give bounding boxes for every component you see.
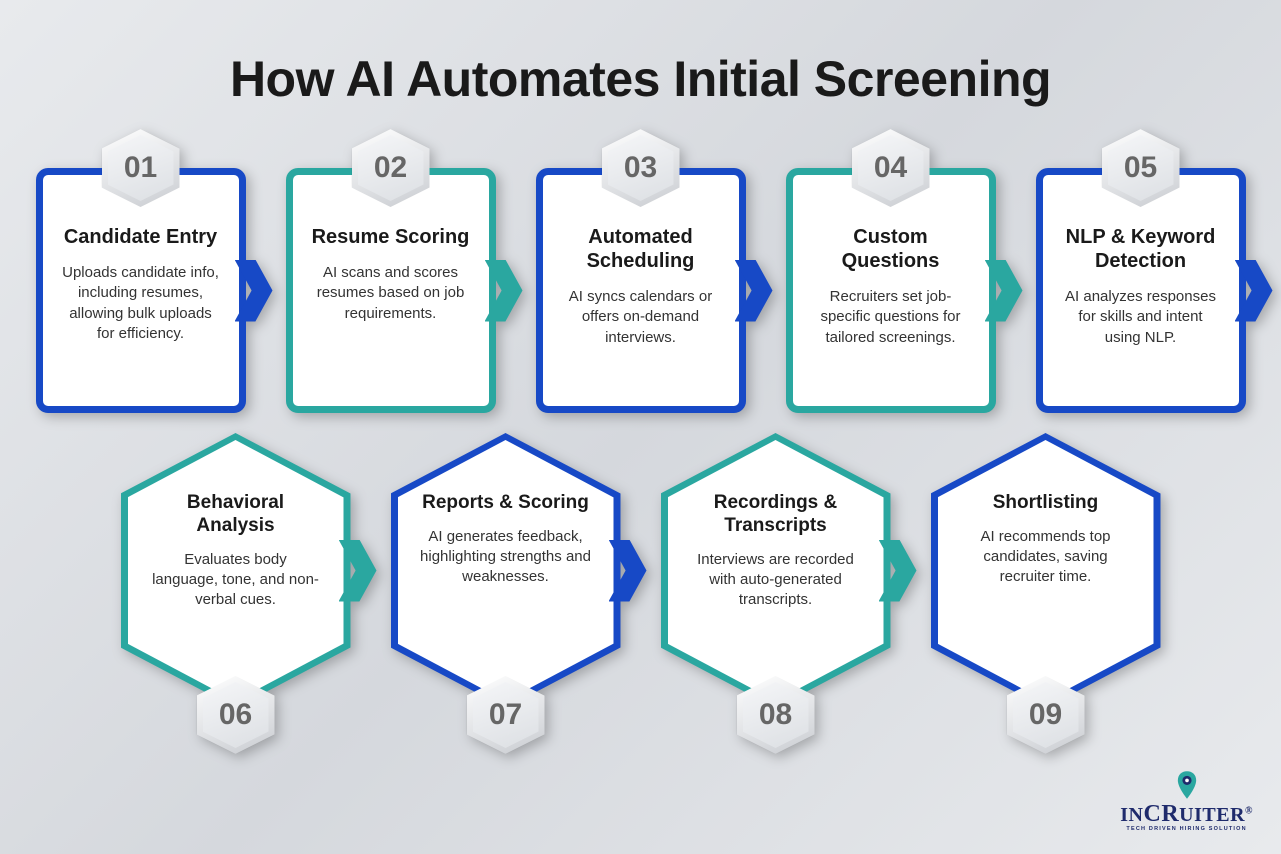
step-card-03: 03 Automated Scheduling AI syncs calenda… [536, 168, 746, 413]
step-number: 07 [489, 698, 522, 732]
page-title: How AI Automates Initial Screening [0, 0, 1281, 108]
step-number: 06 [219, 698, 252, 732]
step-number-hex: 02 [352, 129, 430, 207]
step-number-hex: 06 [197, 676, 275, 754]
step-number: 02 [374, 151, 407, 185]
step-card-04: 04 Custom Questions Recruiters set job-s… [786, 168, 996, 413]
step-card-08: Recordings & Transcripts Interviews are … [661, 433, 891, 708]
step-card-09: Shortlisting AI recommends top candidate… [931, 433, 1161, 708]
step-body: AI generates feedback, highlighting stre… [420, 527, 592, 588]
step-body: AI scans and scores resumes based on job… [309, 263, 473, 324]
flow-arrow-icon [235, 260, 273, 322]
step-heading: Behavioral Analysis [150, 492, 322, 538]
step-heading: Candidate Entry [59, 225, 223, 249]
brand-logo: INCRUITER® TECH DRIVEN HIRING SOLUTION [1120, 771, 1253, 832]
step-body: Uploads candidate info, including resume… [59, 263, 223, 344]
step-card-05: 05 NLP & Keyword Detection AI analyzes r… [1036, 168, 1246, 413]
step-card-06: Behavioral Analysis Evaluates body langu… [121, 433, 351, 708]
brand-name: INCRUITER® [1120, 801, 1253, 828]
step-number: 05 [1124, 151, 1157, 185]
step-heading: Automated Scheduling [559, 225, 723, 273]
step-number: 03 [624, 151, 657, 185]
step-number-hex: 05 [1102, 129, 1180, 207]
step-body: Recruiters set job-specific questions fo… [809, 287, 973, 348]
step-number-hex: 03 [602, 129, 680, 207]
step-number-hex: 09 [1007, 676, 1085, 754]
flow-arrow-icon [1235, 260, 1273, 322]
step-number-hex: 08 [737, 676, 815, 754]
brand-tagline: TECH DRIVEN HIRING SOLUTION [1120, 826, 1253, 832]
map-pin-icon [1176, 771, 1198, 799]
step-heading: Shortlisting [960, 492, 1132, 515]
step-number: 01 [124, 151, 157, 185]
step-heading: Resume Scoring [309, 225, 473, 249]
step-card-07: Reports & Scoring AI generates feedback,… [391, 433, 621, 708]
step-heading: Recordings & Transcripts [690, 492, 862, 538]
step-heading: NLP & Keyword Detection [1059, 225, 1223, 273]
step-body: Interviews are recorded with auto-genera… [690, 550, 862, 611]
step-number: 09 [1029, 698, 1062, 732]
step-body: AI syncs calendars or offers on-demand i… [559, 287, 723, 348]
step-number-hex: 04 [852, 129, 930, 207]
step-number: 08 [759, 698, 792, 732]
flow-arrow-icon [985, 260, 1023, 322]
steps-row-top: 01 Candidate Entry Uploads candidate inf… [0, 168, 1281, 413]
step-card-02: 02 Resume Scoring AI scans and scores re… [286, 168, 496, 413]
diagram-container: 01 Candidate Entry Uploads candidate inf… [0, 168, 1281, 708]
step-heading: Reports & Scoring [420, 492, 592, 515]
flow-arrow-icon [485, 260, 523, 322]
step-body: AI analyzes responses for skills and int… [1059, 287, 1223, 348]
flow-arrow-icon [735, 260, 773, 322]
step-card-01: 01 Candidate Entry Uploads candidate inf… [36, 168, 246, 413]
step-body: Evaluates body language, tone, and non-v… [150, 550, 322, 611]
step-number-hex: 01 [102, 129, 180, 207]
steps-row-bottom: Behavioral Analysis Evaluates body langu… [0, 433, 1281, 708]
step-body: AI recommends top candidates, saving rec… [960, 527, 1132, 588]
step-number: 04 [874, 151, 907, 185]
step-number-hex: 07 [467, 676, 545, 754]
step-heading: Custom Questions [809, 225, 973, 273]
